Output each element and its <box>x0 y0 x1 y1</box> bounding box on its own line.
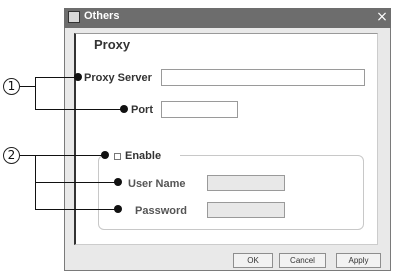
apply-button[interactable]: Apply <box>336 253 381 268</box>
callout-dot <box>101 151 109 159</box>
callout-dot <box>114 178 122 186</box>
auth-group-box <box>98 155 364 230</box>
close-icon[interactable]: × <box>376 10 388 25</box>
callout-line <box>35 182 116 183</box>
password-input[interactable] <box>207 202 285 218</box>
enable-label: Enable <box>125 150 162 162</box>
password-label: Password <box>135 205 187 217</box>
ok-button[interactable]: OK <box>233 253 273 268</box>
callout-line <box>35 109 123 110</box>
callout-line <box>35 77 36 110</box>
callout-dot <box>114 205 122 213</box>
enable-checkbox[interactable] <box>114 153 121 160</box>
port-input[interactable] <box>161 101 238 118</box>
callout-line <box>35 155 103 156</box>
callout-line <box>20 86 36 87</box>
proxy-server-label: Proxy Server <box>84 72 152 84</box>
window-title: Others <box>84 10 120 22</box>
callout-marker-1: 1 <box>3 78 20 95</box>
callout-dot <box>120 105 128 113</box>
user-name-label: User Name <box>128 178 186 190</box>
callout-marker-2: 2 <box>3 147 20 164</box>
callout-dot <box>74 73 82 81</box>
app-icon <box>68 11 80 23</box>
proxy-server-input[interactable] <box>161 69 365 86</box>
callout-line <box>35 77 77 78</box>
cancel-button[interactable]: Cancel <box>279 253 326 268</box>
section-heading: Proxy <box>94 37 131 52</box>
callout-line <box>20 155 36 156</box>
callout-line <box>35 209 116 210</box>
port-label: Port <box>131 104 153 116</box>
user-name-input[interactable] <box>207 175 285 191</box>
